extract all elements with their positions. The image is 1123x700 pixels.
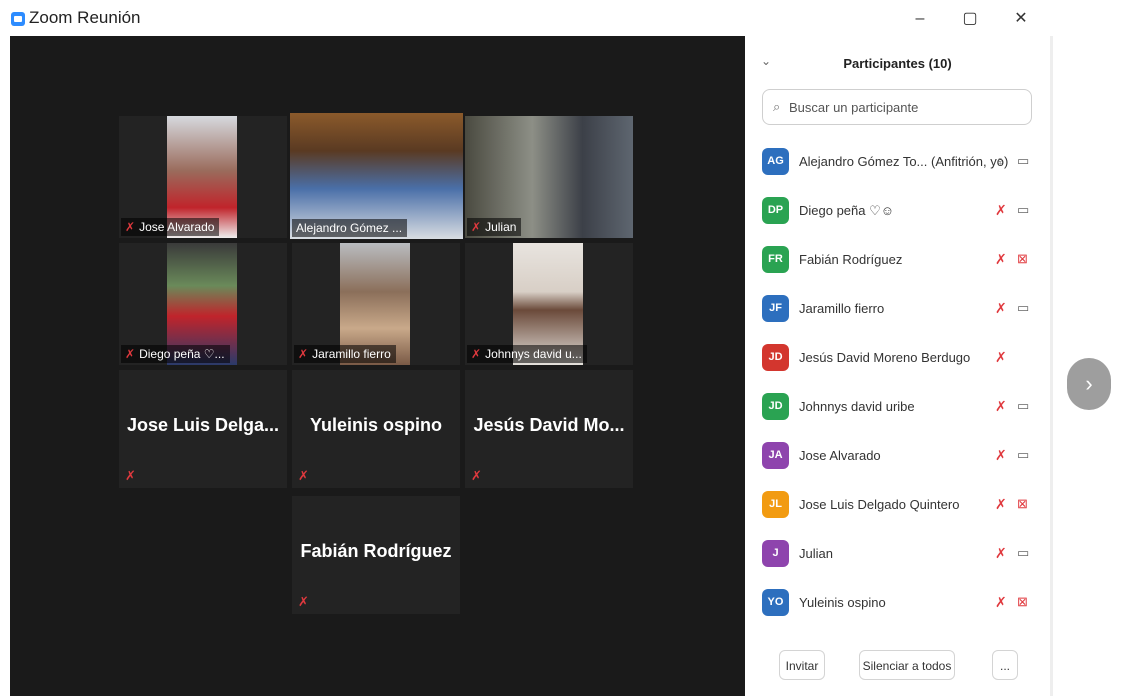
participant-name: Jaramillo fierro	[799, 301, 885, 316]
panel-title: Participantes (10)	[843, 56, 952, 71]
restore-button[interactable]: ▢	[955, 6, 985, 32]
video-tile-alejandro-gomez[interactable]: Alejandro Gómez ...	[290, 113, 463, 239]
video-tile-jose-alvarado[interactable]: ✗ Jose Alvarado	[119, 116, 287, 238]
minimize-button[interactable]: –	[905, 6, 935, 32]
camera-icon[interactable]: ▭	[1017, 300, 1029, 316]
more-button[interactable]: ...	[992, 650, 1018, 680]
participant-row[interactable]: JL Jose Luis Delgado Quintero ✗ ⊠	[745, 479, 1050, 528]
avatar: YO	[762, 589, 789, 616]
participant-row[interactable]: J Julian ✗ ▭	[745, 528, 1050, 577]
mic-muted-icon[interactable]: ✗	[995, 349, 1007, 366]
tile-name-tag: Alejandro Gómez ...	[292, 219, 408, 237]
participant-name: Jose Luis Delgado Quintero	[799, 497, 960, 512]
camera-off-icon[interactable]: ⊠	[1017, 496, 1028, 512]
mic-muted-icon[interactable]: ✗	[995, 545, 1007, 562]
tile-name-tag: ✗ Jose Alvarado	[121, 218, 220, 236]
participant-row[interactable]: JD Jesús David Moreno Berdugo ✗	[745, 332, 1050, 381]
participant-name: Yuleinis ospino	[309, 415, 443, 435]
participant-name: Jose Alvarado	[799, 448, 881, 463]
avatar: JD	[762, 393, 789, 420]
mic-muted-icon[interactable]: ✗	[995, 300, 1007, 317]
mute-all-button[interactable]: Silenciar a todos	[859, 650, 955, 680]
participant-row[interactable]: YO Yuleinis ospino ✗ ⊠	[745, 577, 1050, 626]
panel-header: ⌄ Participantes (10)	[745, 52, 1050, 74]
participant-name: Yuleinis ospino	[799, 595, 886, 610]
zoom-app-icon	[11, 12, 25, 26]
video-tile-johnnys-david[interactable]: ✗ Johnnys david u...	[465, 243, 633, 365]
panel-scrollbar[interactable]	[1050, 36, 1053, 696]
avatar: JF	[762, 295, 789, 322]
participant-name: Jesús David Mo...	[473, 415, 625, 435]
participant-name: Diego peña ♡☺	[799, 203, 895, 218]
participant-row[interactable]: JD Johnnys david uribe ✗ ▭	[745, 381, 1050, 430]
mic-muted-icon: ✗	[298, 468, 309, 483]
mic-muted-icon: ✗	[125, 468, 136, 483]
mic-muted-icon[interactable]: ✗	[995, 496, 1007, 513]
invite-button[interactable]: Invitar	[779, 650, 825, 680]
avatar: J	[762, 540, 789, 567]
avatar: JA	[762, 442, 789, 469]
participant-name: Johnnys david uribe	[799, 399, 915, 414]
next-page-button[interactable]: ›	[1067, 358, 1111, 410]
name-tile-fabian[interactable]: Fabián Rodríguez ✗	[292, 496, 460, 614]
name-tile-jesus-david[interactable]: Jesús David Mo... ✗	[465, 370, 633, 488]
avatar: DP	[762, 197, 789, 224]
camera-icon[interactable]: ▭	[1017, 447, 1029, 463]
participant-name: Jose Luis Delga...	[126, 415, 280, 435]
participant-row[interactable]: AG Alejandro Gómez To... (Anfitrión, yo) ♀…	[745, 136, 1050, 185]
close-button[interactable]: ✕	[1006, 6, 1036, 32]
camera-icon[interactable]: ▭	[1017, 153, 1029, 169]
tile-name-tag: ✗ Jaramillo fierro	[294, 345, 396, 363]
video-tile-julian[interactable]: ✗ Julian	[465, 116, 633, 238]
mic-muted-icon[interactable]: ✗	[995, 398, 1007, 415]
participant-name: Alejandro Gómez To... (Anfitrión, yo)	[799, 154, 1009, 169]
mic-muted-icon: ✗	[298, 347, 309, 361]
tile-name-tag: ✗ Julian	[467, 218, 522, 236]
participant-name: Fabián Rodríguez	[799, 252, 903, 267]
mic-muted-icon: ✗	[471, 347, 482, 361]
mic-muted-icon[interactable]: ✗	[995, 447, 1007, 464]
avatar: FR	[762, 246, 789, 273]
participant-name: Jesús David Moreno Berdugo	[799, 350, 971, 365]
tile-name-tag: ✗ Diego peña ♡...	[121, 345, 230, 363]
mic-muted-icon[interactable]: ✗	[995, 202, 1007, 219]
name-tile-yuleinis[interactable]: Yuleinis ospino ✗	[292, 370, 460, 488]
search-icon: ⌕	[773, 99, 781, 114]
mic-icon[interactable]: ♀	[995, 153, 1006, 169]
mic-muted-icon[interactable]: ✗	[995, 594, 1007, 611]
participant-row[interactable]: FR Fabián Rodríguez ✗ ⊠	[745, 234, 1050, 283]
participant-name: Fabián Rodríguez	[300, 541, 452, 561]
video-tile-diego-pena[interactable]: ✗ Diego peña ♡...	[119, 243, 287, 365]
avatar: JD	[762, 344, 789, 371]
mic-muted-icon: ✗	[298, 594, 309, 609]
camera-icon[interactable]: ▭	[1017, 545, 1029, 561]
avatar: AG	[762, 148, 789, 175]
video-gallery: ✗ Jose Alvarado Alejandro Gómez ... ✗ Juli…	[10, 36, 745, 696]
mic-muted-icon: ✗	[471, 220, 482, 234]
participant-list: AG Alejandro Gómez To... (Anfitrión, yo) ♀…	[745, 136, 1050, 626]
mic-muted-icon[interactable]: ✗	[995, 251, 1007, 268]
participant-row[interactable]: JF Jaramillo fierro ✗ ▭	[745, 283, 1050, 332]
search-input[interactable]: ⌕ Buscar un participante	[762, 89, 1032, 125]
title-bar: Zoom Reunión – ▢ ✕	[0, 0, 1050, 36]
camera-icon[interactable]: ▭	[1017, 202, 1029, 218]
name-tile-jose-luis[interactable]: Jose Luis Delga... ✗	[119, 370, 287, 488]
participants-panel: ⌄ Participantes (10) ⌕ Buscar un partici…	[745, 36, 1050, 696]
avatar: JL	[762, 491, 789, 518]
participant-name: Julian	[799, 546, 833, 561]
mic-muted-icon: ✗	[471, 468, 482, 483]
video-tile-jaramillo-fierro[interactable]: ✗ Jaramillo fierro	[292, 243, 460, 365]
camera-off-icon[interactable]: ⊠	[1017, 594, 1028, 610]
camera-icon[interactable]: ▭	[1017, 398, 1029, 414]
search-placeholder: Buscar un participante	[789, 100, 919, 115]
tile-name-tag: ✗ Johnnys david u...	[467, 345, 587, 363]
window-title: Zoom Reunión	[29, 8, 141, 27]
mic-muted-icon: ✗	[125, 220, 136, 234]
mic-muted-icon: ✗	[125, 347, 136, 361]
participant-row[interactable]: JA Jose Alvarado ✗ ▭	[745, 430, 1050, 479]
camera-off-icon[interactable]: ⊠	[1017, 251, 1028, 267]
participant-row[interactable]: DP Diego peña ♡☺ ✗ ▭	[745, 185, 1050, 234]
